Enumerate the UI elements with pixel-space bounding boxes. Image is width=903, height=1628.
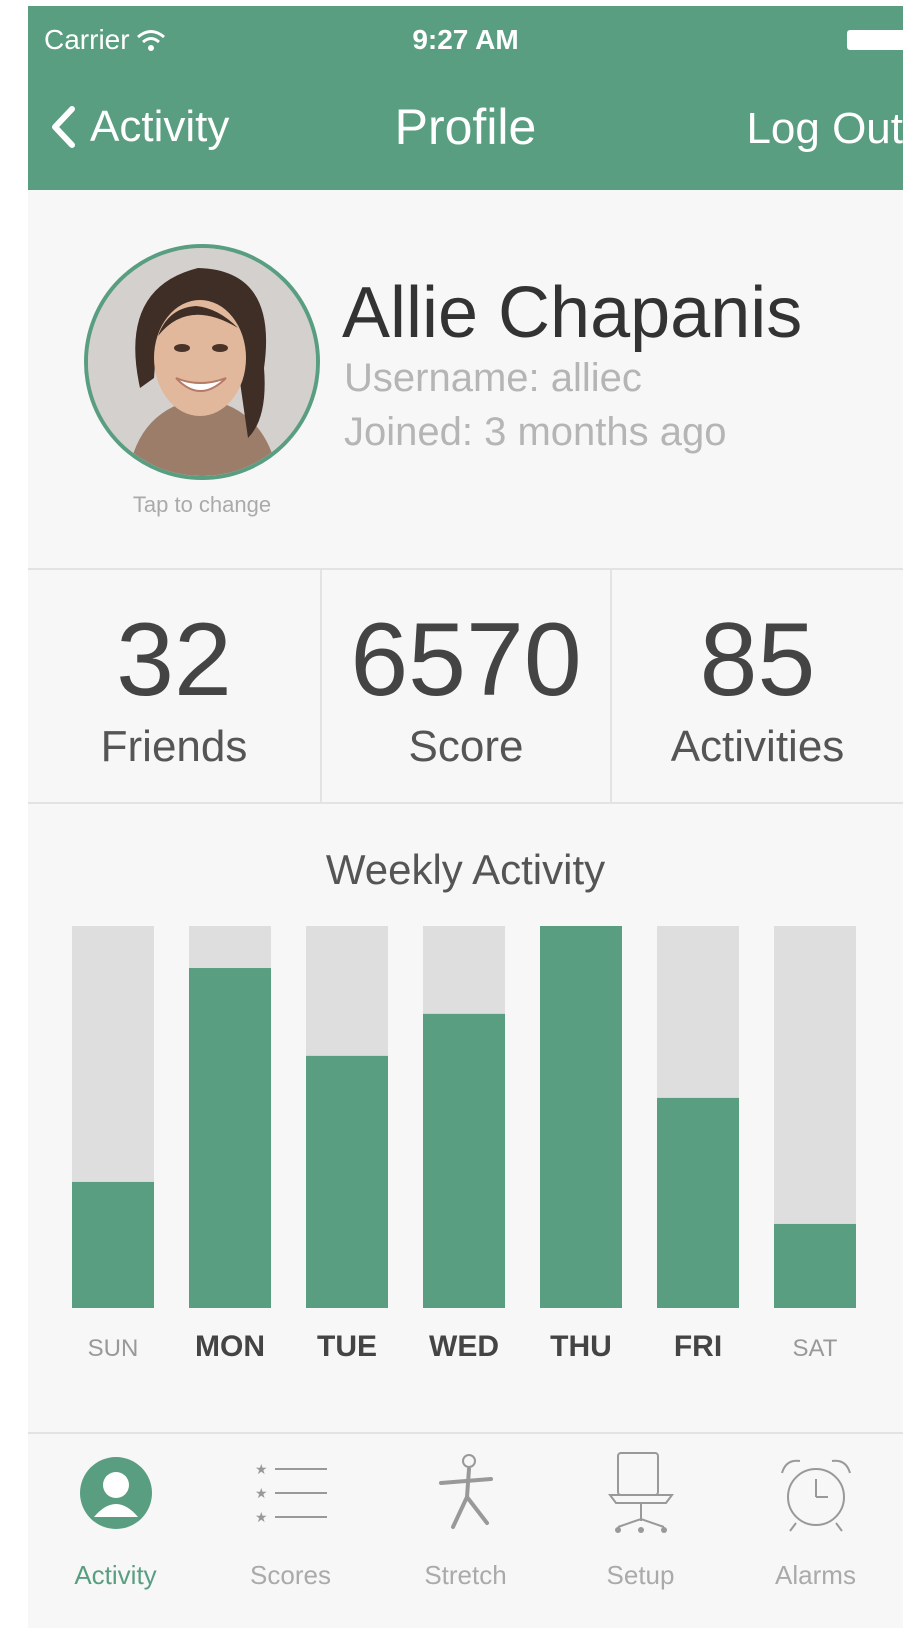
list-icon: ★ ★ ★ <box>255 1462 327 1526</box>
bar-thu <box>540 926 622 1308</box>
day-label-sat: SAT <box>793 1335 838 1362</box>
person-icon <box>79 1457 152 1529</box>
stretch-icon <box>438 1454 493 1529</box>
tab-label: Scores <box>250 1560 331 1590</box>
stats-row: 32 Friends 6570 Score 85 Activities <box>28 568 903 804</box>
day-label-sun: SUN <box>88 1335 139 1362</box>
stat-label: Score <box>408 722 524 771</box>
navigation-bar: Activity Profile Log Out <box>28 96 903 166</box>
profile-name: Allie Chapanis <box>342 273 803 353</box>
svg-text:★: ★ <box>255 1486 268 1502</box>
stat-activities[interactable]: 85 Activities <box>610 568 903 802</box>
tab-label: Activity <box>74 1560 157 1590</box>
avatar-photo <box>88 248 316 476</box>
day-label-thu: THU <box>550 1330 612 1363</box>
svg-text:★: ★ <box>255 1510 268 1526</box>
tab-icon-wrap <box>28 1448 203 1538</box>
bar-tue <box>306 1055 388 1308</box>
phone-screen: Carrier 9:27 AM Activity Profile Log Out <box>28 6 903 1628</box>
tab-icon-wrap: ★ ★ ★ <box>203 1448 378 1538</box>
profile-username: Username: alliec <box>344 356 642 400</box>
stat-label: Activities <box>670 722 845 771</box>
stat-value: 32 <box>116 602 232 718</box>
stat-label: Friends <box>100 722 248 771</box>
tab-label: Alarms <box>775 1560 856 1590</box>
logout-button[interactable]: Log Out <box>746 104 903 154</box>
bar-mon <box>189 968 271 1308</box>
tab-stretch[interactable]: Stretch <box>378 1434 553 1628</box>
alarm-clock-icon <box>780 1459 851 1532</box>
stat-friends[interactable]: 32 Friends <box>28 568 320 802</box>
profile-joined: Joined: 3 months ago <box>344 410 727 454</box>
stat-score[interactable]: 6570 Score <box>320 568 610 802</box>
tab-scores[interactable]: ★ ★ ★ Scores <box>203 1434 378 1628</box>
tab-icon-wrap <box>553 1448 728 1538</box>
tab-activity[interactable]: Activity <box>28 1434 203 1628</box>
tab-bar: Activity ★ ★ ★ Scores Stretch Setup Alarms <box>28 1432 903 1628</box>
tap-to-change-label: Tap to change <box>132 492 272 517</box>
bar-sun <box>72 1181 154 1308</box>
bar-fri <box>657 1097 739 1308</box>
weekly-activity-chart: SUN MON TUE WED THU FRI SAT <box>72 926 856 1363</box>
stat-value: 6570 <box>350 602 582 718</box>
svg-text:★: ★ <box>255 1462 268 1478</box>
stat-value: 85 <box>699 602 816 718</box>
bar-wed <box>423 1013 505 1308</box>
day-label-fri: FRI <box>674 1330 722 1363</box>
profile-header: Tap to change Allie Chapanis Username: a… <box>28 190 903 570</box>
chart-title: Weekly Activity <box>325 846 606 893</box>
battery-icon <box>847 30 903 50</box>
day-label-mon: MON <box>195 1330 265 1363</box>
chair-icon <box>607 1452 674 1533</box>
avatar[interactable] <box>84 244 320 480</box>
bar-sat <box>774 1223 856 1308</box>
tab-label: Setup <box>606 1560 675 1590</box>
status-time: 9:27 AM <box>412 24 519 55</box>
tab-label: Stretch <box>424 1560 507 1590</box>
status-bar: Carrier 9:27 AM <box>44 24 903 64</box>
tab-setup[interactable]: Setup <box>553 1434 728 1628</box>
top-bar: Carrier 9:27 AM Activity Profile Log Out <box>28 6 903 190</box>
tab-icon-wrap <box>728 1448 903 1538</box>
day-label-tue: TUE <box>317 1330 377 1363</box>
tab-alarms[interactable]: Alarms <box>728 1434 903 1628</box>
tab-icon-wrap <box>378 1448 553 1538</box>
day-label-wed: WED <box>429 1330 499 1363</box>
